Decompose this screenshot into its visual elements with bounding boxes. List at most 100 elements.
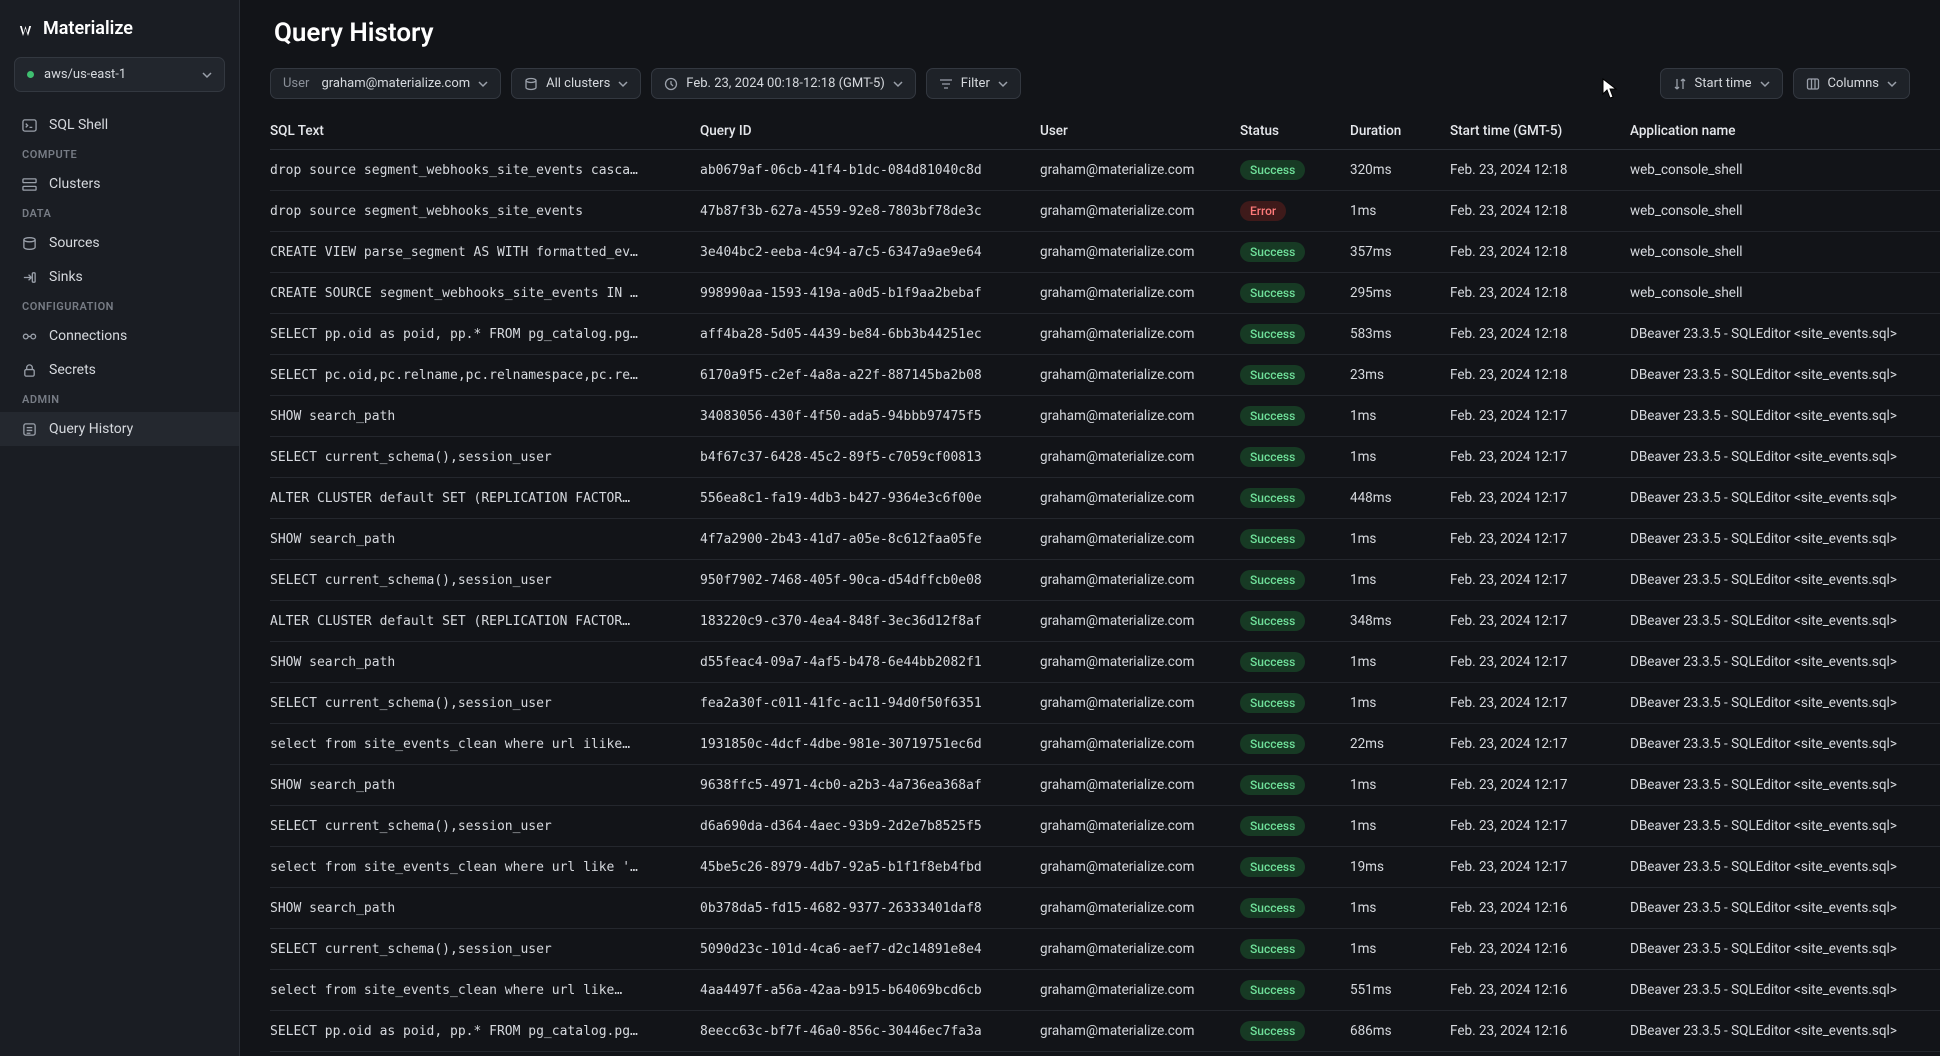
cell-app: DBeaver 23.3.5 - SQLEditor <site_events.… [1630,478,1940,519]
sort-button[interactable]: Start time [1660,68,1783,99]
cell-app: DBeaver 23.3.5 - SQLEditor <site_events.… [1630,355,1940,396]
cell-status: Success [1240,150,1350,191]
columns-button[interactable]: Columns [1793,68,1911,99]
table-row[interactable]: SELECT current_schema(),session_user5090… [270,929,1940,970]
filter-user[interactable]: User graham@materialize.com [270,68,501,99]
table-row[interactable]: SHOW search_path9638ffc5-4971-4cb0-a2b3-… [270,765,1940,806]
filter-timerange[interactable]: Feb. 23, 2024 00:18-12:18 (GMT-5) [651,68,916,99]
chevron-down-icon [202,70,212,80]
cell-query-id: fea2a30f-c011-41fc-ac11-94d0f50f6351 [700,683,1040,724]
filter-timerange-value: Feb. 23, 2024 00:18-12:18 (GMT-5) [686,76,885,91]
table-row[interactable]: SELECT pc.oid,pc.relname,pc.relnamespace… [270,355,1940,396]
table-row[interactable]: SELECT current_schema(),session_userd6a6… [270,806,1940,847]
cell-user: graham@materialize.com [1040,683,1240,724]
cell-duration: 1ms [1350,191,1450,232]
cell-query-id: 950f7902-7468-405f-90ca-d54dffcb0e08 [700,560,1040,601]
cell-user: graham@materialize.com [1040,355,1240,396]
cell-sql: CREATE VIEW parse_segment AS WITH format… [270,232,700,273]
table-row[interactable]: CREATE SOURCE segment_webhooks_site_even… [270,273,1940,314]
cell-status: Success [1240,1011,1350,1052]
col-status[interactable]: Status [1240,113,1350,150]
cell-user: graham@materialize.com [1040,847,1240,888]
lock-icon [22,363,37,378]
table-row[interactable]: SHOW search_path0b378da5-fd15-4682-9377-… [270,888,1940,929]
cell-app: web_console_shell [1630,273,1940,314]
cell-user: graham@materialize.com [1040,560,1240,601]
table-row[interactable]: SELECT current_schema(),session_user950f… [270,560,1940,601]
filter-button[interactable]: Filter [926,68,1021,99]
sidebar-item-secrets[interactable]: Secrets [0,353,239,387]
col-app[interactable]: Application name [1630,113,1940,150]
cell-user: graham@materialize.com [1040,929,1240,970]
table-row[interactable]: drop source segment_webhooks_site_events… [270,150,1940,191]
region-selector[interactable]: aws/us-east-1 [14,57,225,92]
sidebar-item-connections[interactable]: Connections [0,319,239,353]
cell-sql: SHOW search_path [270,642,700,683]
table-row[interactable]: SELECT current_schema(),session_userb4f6… [270,437,1940,478]
cell-user: graham@materialize.com [1040,1011,1240,1052]
status-badge: Success [1240,160,1305,180]
sidebar-section-data: DATA [0,201,239,226]
filter-clusters-value: All clusters [546,76,610,91]
table-row[interactable]: select from site_events_clean where url … [270,970,1940,1011]
table-row[interactable]: SELECT pp.oid as poid, pp.* FROM pg_cata… [270,314,1940,355]
cell-status: Success [1240,847,1350,888]
cell-duration: 1ms [1350,560,1450,601]
table-row[interactable]: select from site_events_clean where url … [270,847,1940,888]
cell-duration: 551ms [1350,970,1450,1011]
table-row[interactable]: SELECT current_schema(),session_userfea2… [270,683,1940,724]
cell-status: Error [1240,191,1350,232]
cell-app: DBeaver 23.3.5 - SQLEditor <site_events.… [1630,437,1940,478]
table-row[interactable]: SHOW search_path4f7a2900-2b43-41d7-a05e-… [270,519,1940,560]
cell-status: Success [1240,396,1350,437]
table-row[interactable]: SHOW search_path34083056-430f-4f50-ada5-… [270,396,1940,437]
chevron-down-icon [1760,79,1770,89]
sidebar-item-query-history[interactable]: Query History [0,412,239,446]
cell-start: Feb. 23, 2024 12:17 [1450,478,1630,519]
cell-app: DBeaver 23.3.5 - SQLEditor <site_events.… [1630,642,1940,683]
table-row[interactable]: SELECT pp.oid as poid, pp.* FROM pg_cata… [270,1011,1940,1052]
sidebar-item-sql-shell[interactable]: SQL Shell [0,108,239,142]
sources-icon [22,236,37,251]
sidebar-item-clusters[interactable]: Clusters [0,167,239,201]
cell-user: graham@materialize.com [1040,765,1240,806]
sidebar-item-sinks[interactable]: Sinks [0,260,239,294]
col-user[interactable]: User [1040,113,1240,150]
cell-duration: 348ms [1350,601,1450,642]
table-row[interactable]: ALTER CLUSTER default SET (REPLICATION F… [270,601,1940,642]
filter-clusters[interactable]: All clusters [511,68,641,99]
cell-sql: SELECT pp.oid as poid, pp.* FROM pg_cata… [270,314,700,355]
col-duration[interactable]: Duration [1350,113,1450,150]
cell-sql: SELECT current_schema(),session_user [270,683,700,724]
cell-duration: 295ms [1350,273,1450,314]
col-query-id[interactable]: Query ID [700,113,1040,150]
sidebar-item-sources[interactable]: Sources [0,226,239,260]
table-row[interactable]: select from site_events_clean where url … [270,724,1940,765]
cell-duration: 1ms [1350,765,1450,806]
cell-query-id: d6a690da-d364-4aec-93b9-2d2e7b8525f5 [700,806,1040,847]
cell-status: Success [1240,437,1350,478]
chevron-down-icon [618,79,628,89]
cell-status: Success [1240,888,1350,929]
chevron-down-icon [893,79,903,89]
cell-start: Feb. 23, 2024 12:18 [1450,355,1630,396]
cell-status: Success [1240,478,1350,519]
cell-query-id: 47b87f3b-627a-4559-92e8-7803bf78de3c [700,191,1040,232]
status-badge: Error [1240,201,1286,221]
table-row[interactable]: SHOW search_pathd55feac4-09a7-4af5-b478-… [270,642,1940,683]
table-row[interactable]: CREATE VIEW parse_segment AS WITH format… [270,232,1940,273]
cell-start: Feb. 23, 2024 12:18 [1450,150,1630,191]
cell-status: Success [1240,314,1350,355]
status-badge: Success [1240,939,1305,959]
sidebar-item-label: SQL Shell [49,117,108,133]
cell-user: graham@materialize.com [1040,191,1240,232]
sidebar-item-label: Secrets [49,362,96,378]
cell-start: Feb. 23, 2024 12:17 [1450,437,1630,478]
col-start[interactable]: Start time (GMT-5) [1450,113,1630,150]
col-sql[interactable]: SQL Text [270,113,700,150]
cell-query-id: aff4ba28-5d05-4439-be84-6bb3b44251ec [700,314,1040,355]
cell-query-id: 4aa4497f-a56a-42aa-b915-b64069bcd6cb [700,970,1040,1011]
table-row[interactable]: ALTER CLUSTER default SET (REPLICATION F… [270,478,1940,519]
table-row[interactable]: drop source segment_webhooks_site_events… [270,191,1940,232]
cell-start: Feb. 23, 2024 12:17 [1450,806,1630,847]
